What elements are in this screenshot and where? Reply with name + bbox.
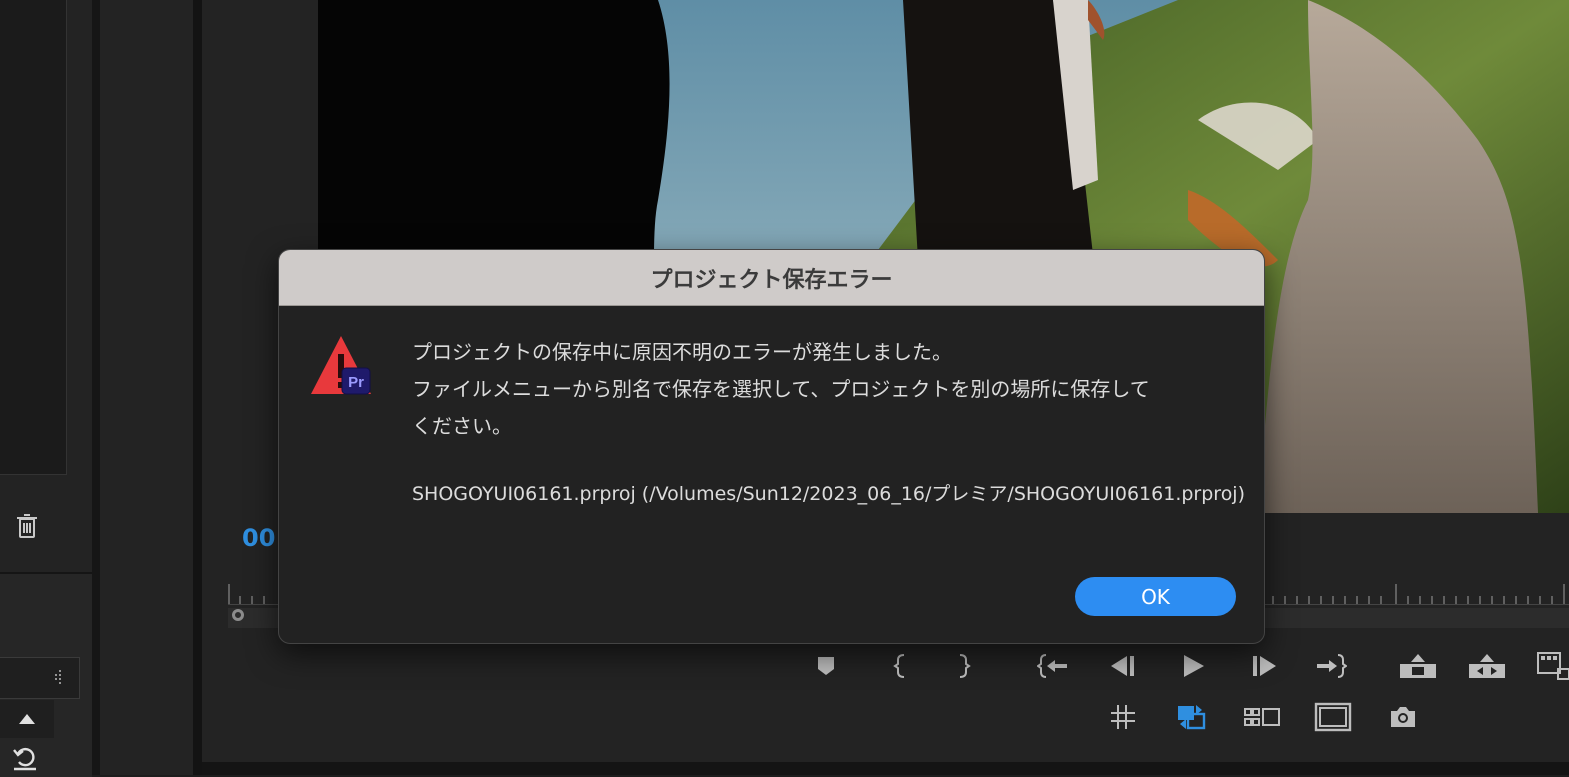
panel-divider[interactable] — [193, 0, 202, 775]
trash-icon[interactable] — [14, 512, 40, 540]
insert-clip-icon[interactable] — [1536, 649, 1569, 683]
premiere-badge-text: Pr — [348, 374, 364, 391]
left-input-field[interactable] — [0, 657, 80, 699]
save-error-dialog: プロジェクト保存エラー Pr プロジェクトの保存中に原因不明のエラーが発生しまし… — [278, 249, 1265, 644]
dialog-message-line-3: ください。 — [412, 414, 512, 438]
step-forward-icon[interactable] — [1247, 649, 1281, 683]
project-panel — [0, 0, 92, 777]
go-to-in-icon[interactable] — [1036, 649, 1070, 683]
tools-panel — [100, 0, 193, 775]
warning-icon: Pr — [309, 334, 373, 398]
dialog-message: プロジェクトの保存中に原因不明のエラーが発生しました。 ファイルメニューから別名… — [412, 334, 1242, 445]
mark-out-icon[interactable] — [947, 649, 981, 683]
dialog-message-line-1: プロジェクトの保存中に原因不明のエラーが発生しました。 — [412, 340, 952, 364]
comparison-view-icon[interactable] — [1243, 700, 1281, 734]
extract-icon[interactable] — [1467, 649, 1507, 683]
dialog-title: プロジェクト保存エラー — [650, 267, 893, 293]
lift-icon[interactable] — [1398, 649, 1438, 683]
dialog-titlebar[interactable]: プロジェクト保存エラー — [279, 250, 1264, 306]
dialog-message-line-2: ファイルメニューから別名で保存を選択して、プロジェクトを別の場所に保存して — [412, 377, 1150, 401]
safe-margins-icon[interactable] — [1106, 700, 1140, 734]
play-icon[interactable] — [1176, 649, 1210, 683]
playhead-handle[interactable] — [232, 609, 244, 621]
project-bin-area[interactable] — [0, 0, 67, 475]
step-back-icon[interactable] — [1106, 649, 1140, 683]
export-frame-icon[interactable] — [1386, 700, 1420, 734]
bottom-strip — [202, 762, 1569, 775]
mark-in-icon[interactable] — [883, 649, 917, 683]
project-path-text: SHOGOYUI06161.prproj (/Volumes/Sun12/202… — [412, 483, 1246, 505]
reset-icon[interactable] — [10, 742, 40, 772]
loop-playback-icon[interactable] — [1174, 700, 1208, 734]
ok-button[interactable]: OK — [1075, 577, 1236, 616]
proxy-toggle-icon[interactable] — [1314, 700, 1352, 734]
go-to-out-icon[interactable] — [1314, 649, 1348, 683]
marker-icon[interactable] — [809, 649, 843, 683]
grip-icon[interactable] — [53, 669, 63, 687]
panel-gap — [92, 0, 100, 775]
scroll-up-icon[interactable] — [0, 700, 54, 738]
